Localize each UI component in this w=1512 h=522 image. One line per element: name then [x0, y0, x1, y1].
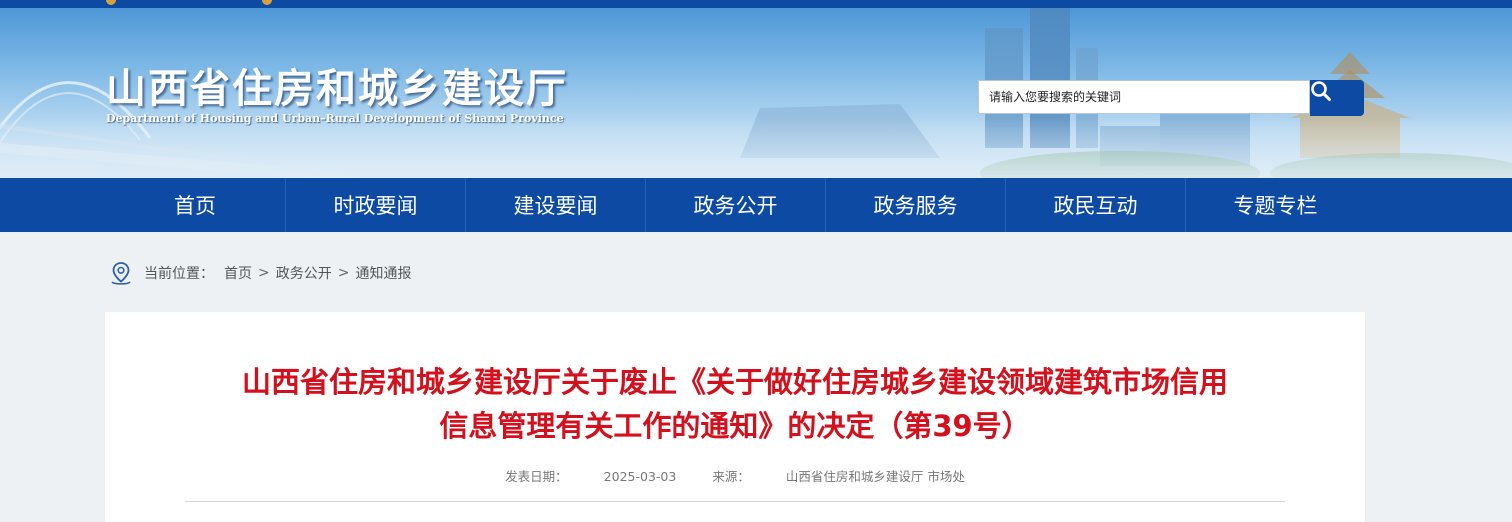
- publish-date-value: 2025-03-03: [603, 469, 677, 484]
- site-subtitle: Department of Housing and Urban–Rural De…: [106, 112, 564, 125]
- article-title: 山西省住房和城乡建设厅关于废止《关于做好住房城乡建设领域建筑市场信用 信息管理有…: [105, 360, 1365, 448]
- nav-item-construction-news[interactable]: 建设要闻: [465, 178, 645, 232]
- article-panel: 山西省住房和城乡建设厅关于废止《关于做好住房城乡建设领域建筑市场信用 信息管理有…: [105, 312, 1365, 522]
- search-button[interactable]: [1310, 80, 1364, 116]
- breadcrumb-link-government-affairs[interactable]: 政务公开: [276, 263, 332, 283]
- article-source: 来源： 山西省住房和城乡建设厅 市场处: [712, 469, 965, 484]
- article-title-line-1: 山西省住房和城乡建设厅关于废止《关于做好住房城乡建设领域建筑市场信用: [241, 365, 1228, 399]
- article-title-line-2: 信息管理有关工作的通知》的决定（第39号）: [439, 409, 1031, 443]
- nav-item-public-interaction[interactable]: 政民互动: [1005, 178, 1185, 232]
- header-banner: 山西省住房和城乡建设厅 Department of Housing and Ur…: [0, 8, 1512, 178]
- emblem-icon: [262, 0, 272, 5]
- breadcrumb-link-notices[interactable]: 通知通报: [355, 263, 411, 283]
- breadcrumb-link-home[interactable]: 首页: [224, 263, 252, 283]
- search-input[interactable]: [978, 80, 1310, 114]
- nav-item-home[interactable]: 首页: [105, 178, 285, 232]
- nav-item-government-affairs-disclosure[interactable]: 政务公开: [645, 178, 825, 232]
- source-label: 来源：: [712, 469, 750, 484]
- breadcrumb-separator: >: [258, 265, 270, 281]
- site-title[interactable]: 山西省住房和城乡建设厅: [106, 56, 568, 114]
- source-value: 山西省住房和城乡建设厅 市场处: [785, 469, 965, 484]
- publish-date-label: 发表日期：: [505, 469, 568, 484]
- search-box: [978, 80, 1364, 116]
- emblem-icon: [106, 0, 116, 5]
- nav-item-current-affairs[interactable]: 时政要闻: [285, 178, 465, 232]
- banner-haze: [0, 118, 1512, 178]
- breadcrumb-separator: >: [337, 265, 350, 281]
- search-icon: [1311, 81, 1331, 101]
- location-pin-icon: [111, 262, 131, 285]
- publish-date: 发表日期： 2025-03-03: [505, 469, 676, 484]
- article-meta: 发表日期： 2025-03-03 来源： 山西省住房和城乡建设厅 市场处: [105, 466, 1365, 485]
- nav-item-special-topics[interactable]: 专题专栏: [1185, 178, 1365, 232]
- top-strip: [0, 0, 1512, 8]
- nav-item-government-services[interactable]: 政务服务: [825, 178, 1005, 232]
- meta-divider: [185, 501, 1285, 502]
- breadcrumb: 当前位置： 首页 > 政务公开 > 通知通报: [108, 258, 411, 288]
- breadcrumb-prefix: 当前位置：: [144, 266, 214, 282]
- main-nav: 首页 时政要闻 建设要闻 政务公开 政务服务 政民互动 专题专栏: [0, 178, 1512, 232]
